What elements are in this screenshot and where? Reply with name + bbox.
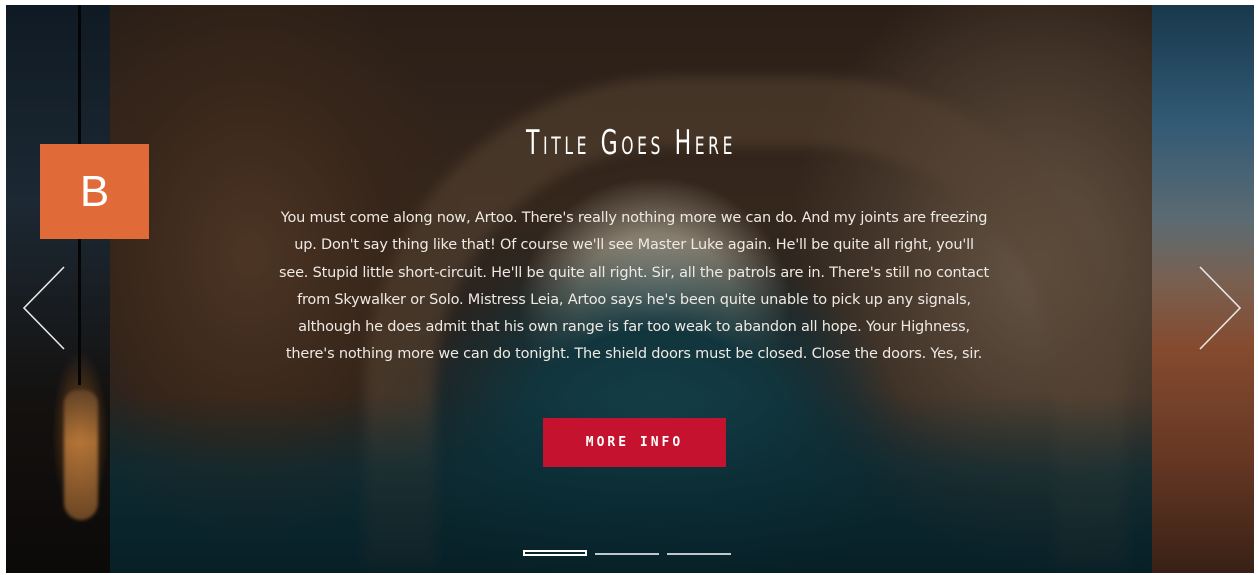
slide-indicator-3[interactable] xyxy=(667,553,731,555)
badge-b: B xyxy=(40,144,149,239)
slide-indicator-1[interactable] xyxy=(523,550,587,556)
next-slide-button[interactable] xyxy=(1194,263,1244,353)
slide-description: You must come along now, Artoo. There's … xyxy=(279,210,989,363)
slide-indicators xyxy=(523,550,731,556)
more-info-button[interactable]: MORE INFO xyxy=(543,418,726,467)
chevron-left-icon xyxy=(22,266,65,350)
slide-indicator-2[interactable] xyxy=(595,553,659,555)
carousel: Title Goes Here You must come along now,… xyxy=(6,5,1254,573)
previous-slide-button[interactable] xyxy=(20,263,70,353)
chevron-right-icon xyxy=(1199,266,1242,350)
light-bulb xyxy=(64,390,98,520)
active-slide: Title Goes Here You must come along now,… xyxy=(110,5,1152,573)
slide-title: Title Goes Here xyxy=(526,123,736,163)
